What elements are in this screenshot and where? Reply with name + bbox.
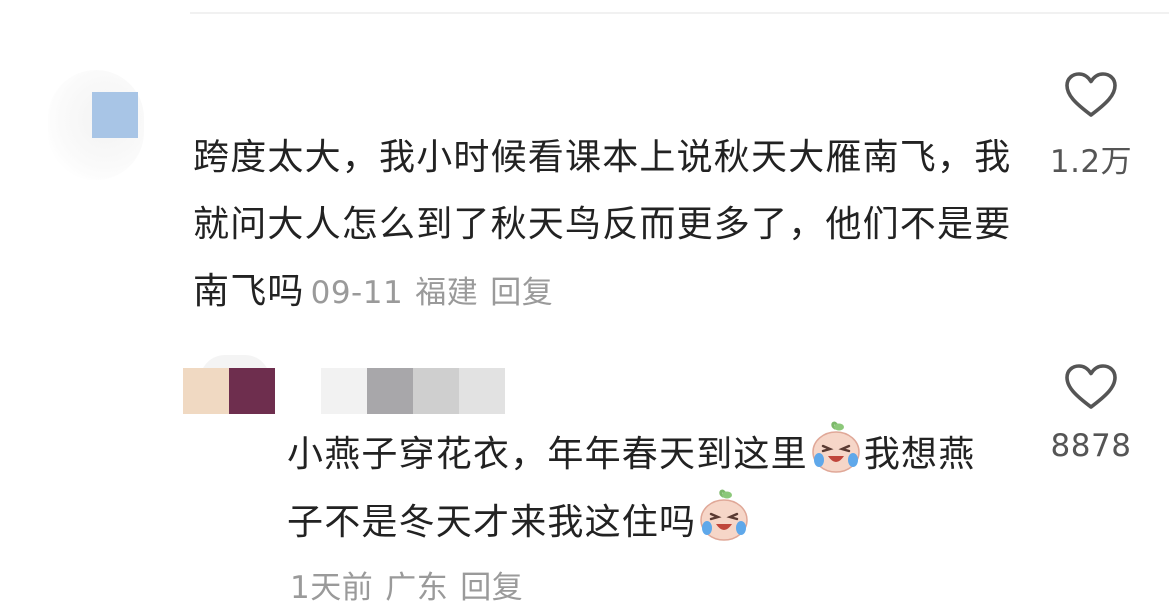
top-divider <box>190 12 1169 14</box>
username-redacted[interactable] <box>183 368 505 414</box>
comment-meta: 1天前 广东 回复 <box>290 562 523 607</box>
comment-item: 小燕子穿花衣，年年春天到这里 我想燕子不是冬天才来我这住吗 <box>287 420 1007 556</box>
comment-date: 1天前 <box>290 570 374 606</box>
heart-icon <box>1065 364 1117 409</box>
like-button[interactable]: 8878 <box>1036 364 1146 464</box>
reply-button[interactable]: 回复 <box>490 275 553 311</box>
reply-button[interactable]: 回复 <box>460 570 523 606</box>
like-button[interactable]: 1.2万 <box>1036 72 1146 181</box>
comment-location: 广东 <box>385 570 449 606</box>
like-count: 8878 <box>1050 428 1132 464</box>
crying-laughing-face-icon <box>700 489 748 541</box>
comment-text-part1: 小燕子穿花衣，年年春天到这里 <box>287 434 808 475</box>
username-redacted[interactable] <box>92 92 138 138</box>
like-count: 1.2万 <box>1049 144 1133 180</box>
comment-item: 跨度太大，我小时候看课本上说秋天大雁南飞，我就问大人怎么到了秋天鸟反而更多了，他… <box>193 124 1023 327</box>
heart-icon <box>1065 72 1117 117</box>
comment-date: 09-11 <box>310 275 404 311</box>
crying-laughing-face-icon <box>812 421 860 473</box>
comment-location: 福建 <box>415 275 479 311</box>
